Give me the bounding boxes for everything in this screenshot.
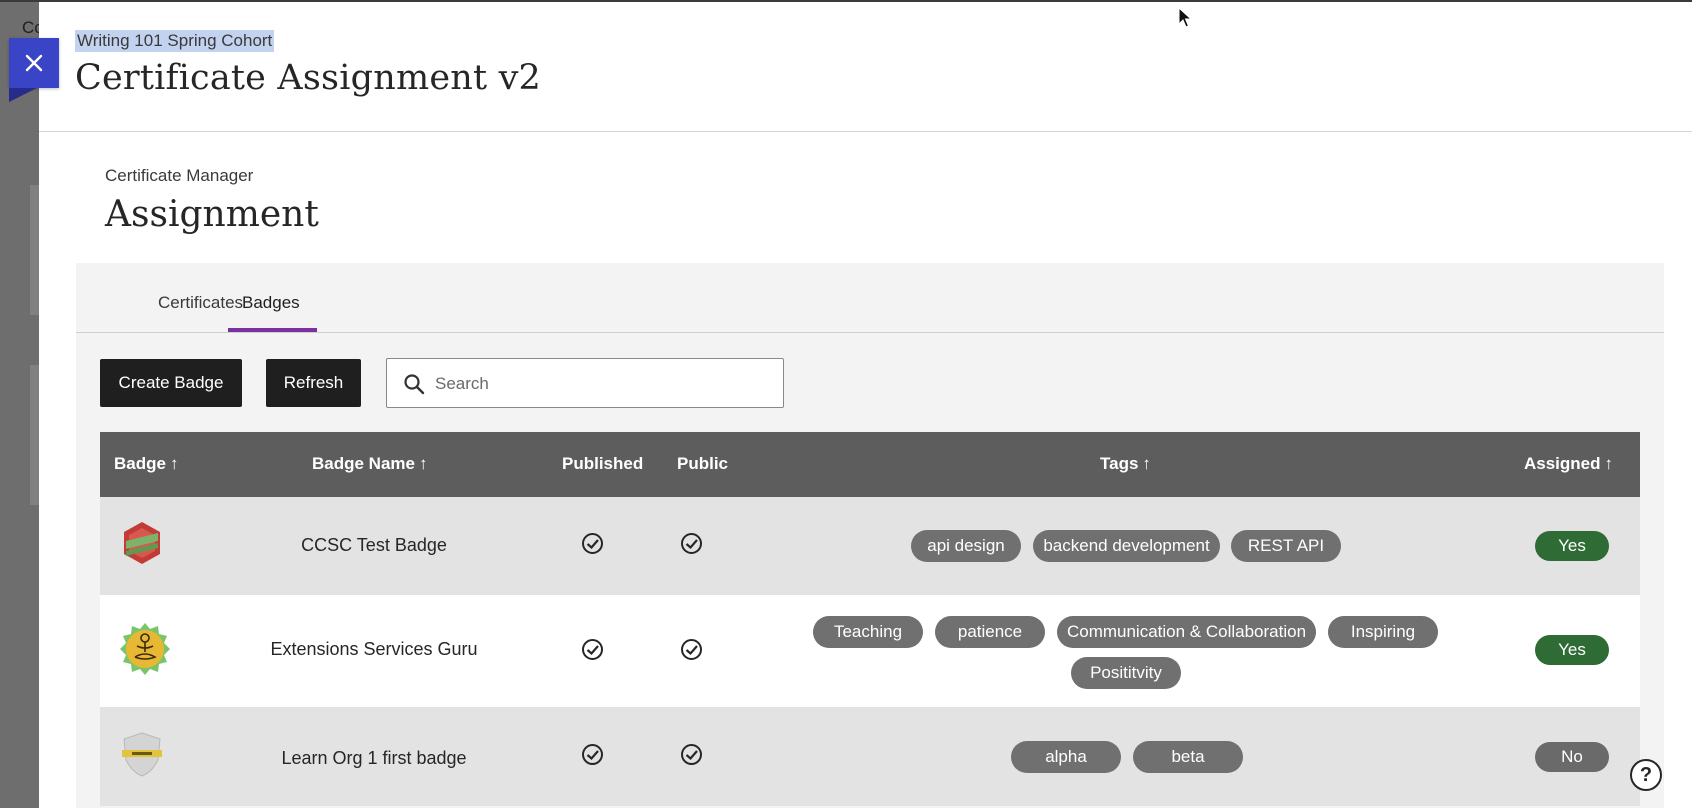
published-check-icon bbox=[582, 639, 603, 660]
tag-chip: REST API bbox=[1231, 530, 1341, 562]
table-row[interactable]: CCSC Test Badge api design backend devel… bbox=[100, 497, 1640, 595]
tab-bar: Certificates Badges bbox=[76, 263, 1664, 333]
breadcrumb[interactable]: Writing 101 Spring Cohort bbox=[75, 30, 275, 52]
close-icon bbox=[25, 54, 43, 72]
mouse-cursor-icon bbox=[1178, 7, 1192, 28]
tag-chip: patience bbox=[935, 616, 1045, 648]
panel-header: Writing 101 Spring Cohort Certificate As… bbox=[39, 2, 1692, 132]
column-label: Assigned bbox=[1524, 454, 1601, 473]
table-row[interactable]: Learn Org 1 first badge alpha beta No bbox=[100, 708, 1640, 806]
assigned-status-badge: No bbox=[1535, 742, 1609, 772]
tab-certificates[interactable]: Certificates bbox=[158, 293, 243, 313]
assigned-status-badge: Yes bbox=[1535, 531, 1609, 561]
badge-name: Learn Org 1 first badge bbox=[281, 748, 467, 768]
published-check-icon bbox=[582, 744, 603, 765]
page-title: Certificate Assignment v2 bbox=[75, 58, 542, 98]
meditation-badge-icon bbox=[120, 623, 170, 675]
column-header-published: Published bbox=[562, 454, 644, 473]
search-box[interactable] bbox=[386, 358, 784, 408]
help-icon: ? bbox=[1639, 763, 1653, 786]
tag-chip: Inspiring bbox=[1328, 616, 1438, 648]
column-header-badge[interactable]: Badge ↑ bbox=[114, 454, 178, 474]
hexagon-badge-icon bbox=[124, 522, 160, 564]
search-input[interactable] bbox=[435, 371, 765, 397]
tag-chip: backend development bbox=[1033, 530, 1220, 562]
close-panel-button[interactable] bbox=[9, 38, 59, 102]
table-header: Badge ↑ Badge Name ↑ Published Public Tags… bbox=[100, 432, 1640, 497]
tag-chip: Teaching bbox=[813, 616, 923, 648]
column-label: Badge Name bbox=[312, 454, 415, 473]
column-header-tags[interactable]: Tags ↑ bbox=[1100, 454, 1151, 474]
tag-chip: Posititvity bbox=[1071, 657, 1181, 689]
background-page: Cc bbox=[0, 0, 43, 808]
column-header-assigned[interactable]: Assigned ↑ bbox=[1524, 454, 1613, 474]
tag-chip: beta bbox=[1133, 741, 1243, 773]
sort-arrow-icon: ↑ bbox=[1142, 454, 1151, 473]
column-label: Tags bbox=[1100, 454, 1139, 473]
table-row[interactable]: Extensions Services Guru Teaching patien… bbox=[100, 595, 1640, 708]
sort-arrow-icon: ↑ bbox=[169, 454, 179, 473]
badges-content: Certificates Badges Create Badge Refresh… bbox=[76, 263, 1664, 808]
active-tab-indicator bbox=[228, 328, 317, 332]
refresh-button[interactable]: Refresh bbox=[266, 359, 361, 407]
modal-panel: Writing 101 Spring Cohort Certificate As… bbox=[39, 2, 1692, 808]
search-icon bbox=[404, 374, 425, 395]
published-check-icon bbox=[582, 533, 603, 554]
badges-table: Badge ↑ Badge Name ↑ Published Public Tags… bbox=[100, 432, 1640, 806]
tag-chip: alpha bbox=[1011, 741, 1121, 773]
column-label: Badge bbox=[114, 454, 166, 473]
public-check-icon bbox=[681, 744, 702, 765]
assigned-status-badge: Yes bbox=[1535, 635, 1609, 665]
public-check-icon bbox=[681, 639, 702, 660]
badge-name: CCSC Test Badge bbox=[301, 535, 447, 555]
section-breadcrumb: Certificate Manager bbox=[105, 166, 254, 185]
section-title: Assignment bbox=[105, 194, 319, 235]
sort-arrow-icon: ↑ bbox=[418, 454, 428, 473]
help-button[interactable]: ? bbox=[1630, 759, 1662, 791]
tag-chip: Communication & Collaboration bbox=[1057, 616, 1316, 648]
badge-name: Extensions Services Guru bbox=[270, 639, 478, 659]
public-check-icon bbox=[681, 533, 702, 554]
sort-arrow-icon: ↑ bbox=[1604, 454, 1614, 473]
column-header-badge-name[interactable]: Badge Name ↑ bbox=[312, 454, 427, 474]
column-header-public: Public bbox=[677, 454, 729, 473]
shield-badge-icon bbox=[122, 732, 162, 777]
tab-badges[interactable]: Badges bbox=[242, 293, 300, 313]
create-badge-button[interactable]: Create Badge bbox=[100, 359, 242, 407]
tag-chip: api design bbox=[911, 530, 1021, 562]
